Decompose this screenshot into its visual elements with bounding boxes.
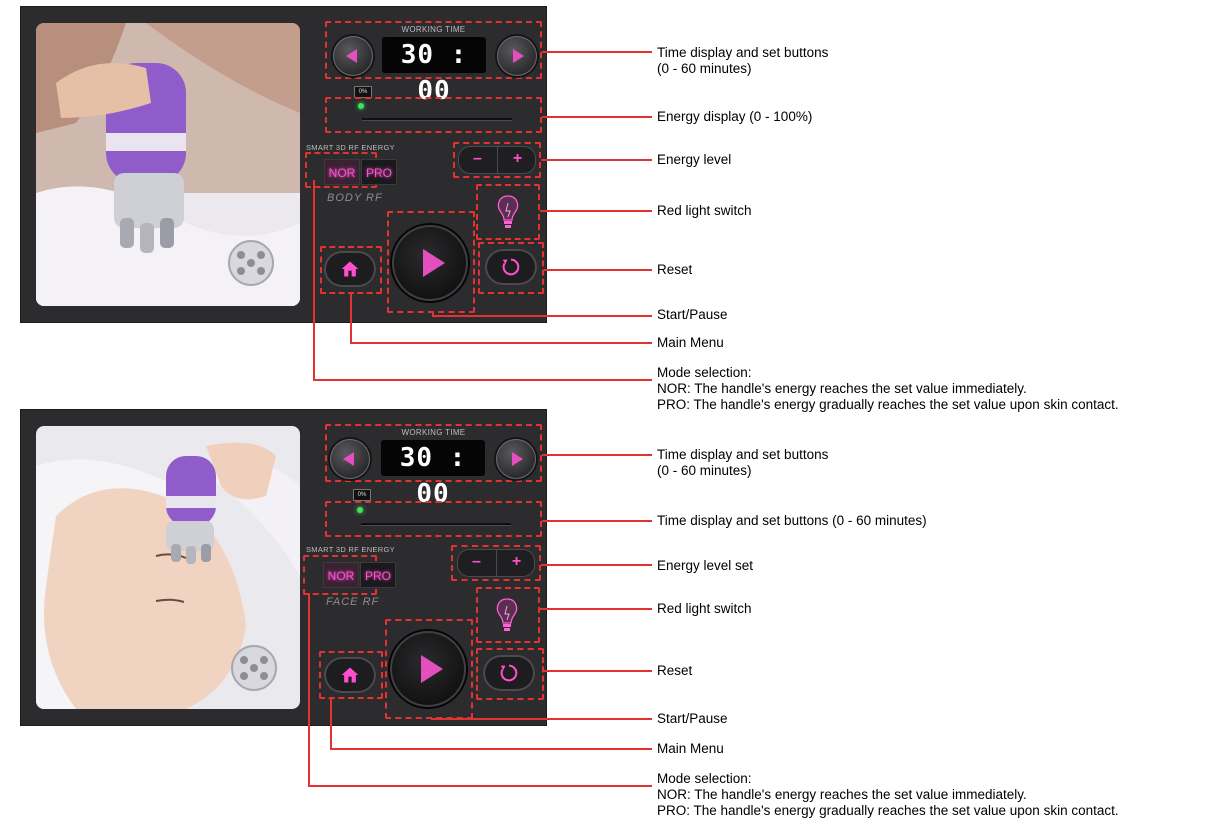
face-rf-treatment-photo	[36, 426, 300, 709]
annotation-text: PRO: The handle's energy gradually reach…	[657, 397, 1119, 412]
working-time-label: WORKING TIME	[401, 428, 466, 437]
time-decrease-button[interactable]	[330, 439, 370, 479]
time-decrease-button[interactable]	[333, 36, 373, 76]
annotation-energy-level: Energy level	[657, 152, 732, 167]
annotation-mode-selection: Mode selection: NOR: The handle's energy…	[657, 771, 1119, 819]
annotation-energy-display: Energy display (0 - 100%)	[657, 109, 813, 124]
device-panel-face: WORKING TIME 30 : 00 0% SMART 3D RF ENER…	[20, 409, 547, 726]
reset-button[interactable]	[485, 249, 537, 285]
energy-level-control: – +	[457, 549, 535, 577]
annotation-main-menu: Main Menu	[657, 335, 724, 350]
mode-pro-button[interactable]: PRO	[361, 159, 397, 185]
reset-icon	[502, 258, 520, 276]
start-pause-button[interactable]	[390, 631, 466, 707]
mode-nor-button[interactable]: NOR	[324, 159, 360, 185]
time-display: 30 : 00	[382, 37, 486, 106]
annotation-reset: Reset	[657, 262, 693, 277]
home-icon	[341, 667, 359, 683]
annotation-time-controls: Time display and set buttons (0 - 60 min…	[657, 447, 828, 479]
mode-nor-button[interactable]: NOR	[323, 562, 359, 588]
annotation-text: PRO: The handle's energy gradually reach…	[657, 803, 1119, 818]
annotation-red-light: Red light switch	[657, 601, 752, 616]
body-rf-treatment-photo	[36, 23, 300, 306]
reset-icon	[500, 664, 518, 682]
chevron-right-icon	[512, 452, 523, 466]
play-icon	[423, 249, 445, 277]
time-display: 30 : 00	[381, 440, 485, 509]
annotation-text: Mode selection:	[657, 771, 752, 786]
energy-display-callout	[325, 97, 542, 133]
annotation-text: (0 - 60 minutes)	[657, 463, 752, 478]
energy-minus-button[interactable]: –	[457, 549, 496, 577]
time-increase-button[interactable]	[497, 36, 537, 76]
chevron-right-icon	[513, 49, 524, 63]
red-light-switch[interactable]	[493, 193, 523, 231]
annotation-mode-selection: Mode selection: NOR: The handle's energy…	[657, 365, 1119, 413]
annotation-text: NOR: The handle's energy reaches the set…	[657, 787, 1027, 802]
annotation-text: NOR: The handle's energy reaches the set…	[657, 381, 1027, 396]
mode-subtitle: BODY RF	[327, 192, 383, 204]
lightbulb-icon	[496, 598, 518, 631]
red-light-switch[interactable]	[492, 596, 522, 634]
energy-bar	[362, 118, 512, 120]
chevron-left-icon	[346, 49, 357, 63]
annotation-text: Time display and set buttons	[657, 447, 829, 462]
smart-rf-label: SMART 3D RF ENERGY	[306, 143, 395, 152]
energy-minus-button[interactable]: –	[458, 146, 497, 174]
energy-plus-button[interactable]: +	[497, 146, 537, 174]
play-icon	[421, 655, 443, 683]
start-pause-button[interactable]	[392, 225, 468, 301]
annotation-energy-level: Energy level set	[657, 558, 754, 573]
annotation-main-menu: Main Menu	[657, 741, 724, 756]
energy-indicator-dot	[358, 103, 364, 109]
annotation-start-pause: Start/Pause	[657, 711, 728, 726]
home-icon	[341, 261, 359, 277]
mode-pro-button[interactable]: PRO	[360, 562, 396, 588]
device-panel-body: WORKING TIME 30 : 00 0% SMART 3D RF ENER…	[20, 6, 547, 323]
energy-indicator-dot	[357, 507, 363, 513]
lightbulb-icon	[497, 195, 519, 228]
energy-level-control: – +	[458, 146, 536, 174]
reset-button[interactable]	[483, 655, 535, 691]
working-time-label: WORKING TIME	[401, 25, 466, 34]
main-menu-button[interactable]	[324, 251, 376, 287]
annotation-time-controls: Time display and set buttons (0 - 60 min…	[657, 45, 828, 77]
energy-bar	[361, 523, 511, 525]
annotation-reset: Reset	[657, 663, 693, 678]
annotation-text: Time display and set buttons	[657, 45, 829, 60]
smart-rf-label: SMART 3D RF ENERGY	[306, 545, 395, 554]
main-menu-button[interactable]	[324, 657, 376, 693]
chevron-left-icon	[343, 452, 354, 466]
annotation-red-light: Red light switch	[657, 203, 752, 218]
mode-subtitle: FACE RF	[326, 596, 380, 608]
time-increase-button[interactable]	[496, 439, 536, 479]
annotation-text: Mode selection:	[657, 365, 752, 380]
energy-percent-tag: 0%	[353, 489, 371, 501]
annotation-text: (0 - 60 minutes)	[657, 61, 752, 76]
energy-plus-button[interactable]: +	[496, 549, 536, 577]
annotation-start-pause: Start/Pause	[657, 307, 728, 322]
annotation-energy-display: Time display and set buttons (0 - 60 min…	[657, 513, 927, 528]
